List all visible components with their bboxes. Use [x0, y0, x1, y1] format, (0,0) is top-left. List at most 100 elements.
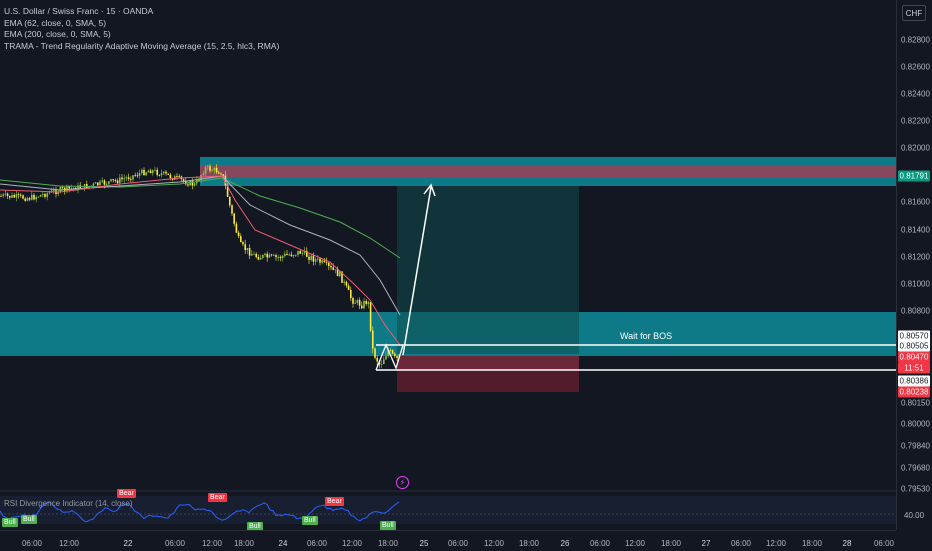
candle-body: [380, 364, 383, 365]
candle-body: [48, 192, 51, 194]
candle-body: [358, 300, 361, 306]
candle-body: [222, 174, 224, 176]
chart-root: U.S. Dollar / Swiss Franc · 15 · OANDA E…: [0, 0, 932, 550]
candle-body: [160, 173, 163, 176]
candle-body: [211, 170, 213, 172]
price-tick: 0.81000: [901, 279, 930, 289]
time-tick: 06:00: [164, 539, 186, 548]
time-tick: 28: [842, 539, 852, 548]
candle-body: [374, 348, 376, 358]
price-axis[interactable]: 0.82800 0.82600 0.82400 0.82200 0.82000 …: [896, 0, 932, 530]
candle-body: [284, 253, 286, 256]
bull-divergence-tag: Bull: [302, 516, 318, 525]
bear-divergence-tag: Bear: [117, 489, 136, 498]
time-tick: 24: [278, 539, 288, 548]
symbol-title[interactable]: U.S. Dollar / Swiss Franc · 15 · OANDA: [4, 6, 279, 18]
candle-body: [352, 297, 354, 304]
candle-body: [321, 260, 323, 263]
candle-body: [22, 195, 24, 199]
candle-body: [253, 253, 255, 255]
candle-body: [130, 178, 132, 180]
time-tick: 25: [419, 539, 429, 548]
indicator-legend: U.S. Dollar / Swiss Franc · 15 · OANDA E…: [4, 6, 279, 52]
candle-body: [308, 256, 310, 260]
time-tick: 18:00: [801, 539, 823, 548]
candle-body: [101, 180, 103, 182]
legend-ema200[interactable]: EMA (200, close, 0, SMA, 5): [4, 29, 279, 41]
candle-body: [136, 175, 139, 177]
candle-body: [11, 195, 13, 198]
candle-body: [231, 205, 233, 214]
candle-body: [169, 174, 172, 179]
candle-body: [141, 169, 143, 174]
candle-body: [119, 177, 121, 184]
time-tick: 06:00: [21, 539, 43, 548]
time-tick: 12:00: [201, 539, 223, 548]
candle-body: [268, 254, 271, 258]
time-tick: 06:00: [447, 539, 469, 548]
candle-body: [182, 179, 185, 181]
candle-body: [343, 281, 345, 283]
time-tick: 22: [123, 539, 133, 548]
candle-body: [372, 330, 374, 349]
candle-body: [97, 182, 99, 186]
candle-body: [125, 177, 128, 179]
price-label-last-zone: 0.81791: [898, 170, 930, 182]
candle-body: [99, 181, 101, 186]
candle-body: [257, 257, 260, 260]
candle-body: [4, 193, 7, 195]
time-tick: 18:00: [660, 539, 682, 548]
price-tick: 0.79680: [901, 463, 930, 473]
time-tick: 12:00: [624, 539, 646, 548]
candle-body: [46, 193, 48, 197]
candle-body: [277, 256, 279, 258]
candle-body: [262, 254, 264, 258]
bear-divergence-tag: Bear: [325, 497, 344, 506]
candle-body: [240, 236, 242, 243]
bull-divergence-tag: Bull: [380, 521, 396, 530]
candle-body: [37, 196, 40, 198]
candle-body: [391, 350, 394, 354]
price-label-bos: 0.80505: [898, 340, 930, 352]
lightning-bolt-icon[interactable]: ⚡: [396, 476, 409, 489]
candle-body: [123, 178, 125, 180]
candle-body: [242, 242, 244, 245]
candle-body: [35, 197, 37, 200]
price-tick: 0.81400: [901, 225, 930, 235]
chart-canvas[interactable]: [0, 0, 896, 530]
legend-ema62[interactable]: EMA (62, close, 0, SMA, 5): [4, 18, 279, 30]
candle-body: [154, 169, 156, 171]
candle-body: [396, 355, 398, 358]
time-tick: 12:00: [58, 539, 80, 548]
candle-body: [207, 166, 209, 168]
candle-body: [145, 172, 147, 176]
candle-body: [363, 300, 365, 309]
legend-trama[interactable]: TRAMA - Trend Regularity Adaptive Moving…: [4, 41, 279, 53]
candle-body: [334, 269, 337, 271]
candle-body: [0, 196, 2, 197]
candle-body: [215, 167, 218, 173]
candle-body: [244, 244, 246, 251]
candle-body: [389, 350, 392, 351]
candle-body: [332, 267, 334, 270]
candle-body: [314, 259, 317, 262]
candle-body: [165, 171, 167, 174]
position-loss-overlap: [397, 356, 579, 370]
candle-body: [297, 250, 299, 255]
candle-body: [290, 254, 293, 257]
candle-body: [310, 255, 312, 260]
price-tick: 0.82000: [901, 143, 930, 153]
candle-body: [312, 255, 315, 262]
candle-body: [319, 258, 321, 263]
trama-line: [0, 175, 401, 316]
wait-for-bos-label: Wait for BOS: [620, 331, 673, 341]
candle-body: [275, 255, 277, 258]
time-tick: 26: [560, 539, 570, 548]
candle-body: [198, 179, 200, 181]
candle-body: [330, 265, 332, 268]
candle-body: [347, 285, 350, 290]
time-axis[interactable]: 06:00 12:00 22 06:00 12:00 18:00 24 06:0…: [0, 530, 896, 551]
candle-body: [134, 175, 136, 177]
rsi-title[interactable]: RSI Divergence Indicator (14, close): [4, 499, 133, 508]
candle-body: [15, 194, 18, 198]
